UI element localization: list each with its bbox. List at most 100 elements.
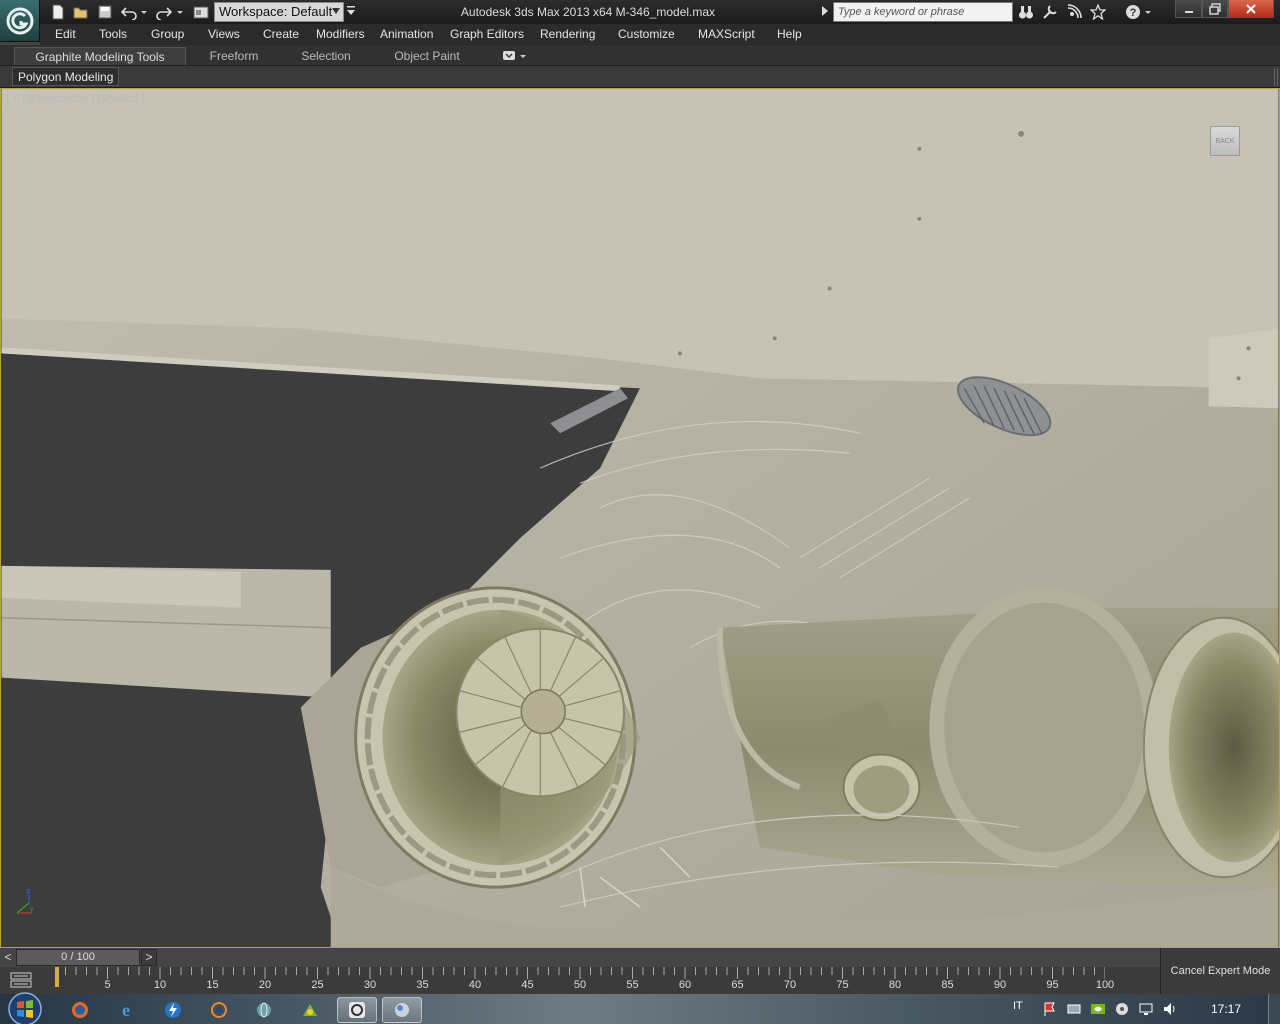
menu-modifiers[interactable]: Modifiers [316,27,365,41]
tick-label: 50 [573,979,587,991]
svg-text:y: y [30,906,34,913]
menu-maxscript[interactable]: MAXScript [698,27,755,41]
svg-text:?: ? [1130,7,1137,19]
3dsmax-taskbar-icon[interactable] [337,997,377,1023]
infocenter-expand-icon[interactable] [822,6,828,16]
workspace-label: Workspace: Default [219,4,333,19]
ribbon-toggle-icon [503,51,526,60]
project-folder-icon[interactable] [192,3,210,21]
help-dropdown-icon[interactable] [1143,3,1153,21]
utility-app-icon[interactable] [290,997,330,1023]
workspace-select[interactable]: Workspace: Default [214,2,344,22]
next-frame-button[interactable]: > [141,949,157,966]
ribbon-resize-handle[interactable] [1274,68,1278,86]
globe-app-icon[interactable] [244,997,284,1023]
tick-label: 85 [941,979,954,991]
new-file-icon[interactable] [49,3,67,21]
search-input[interactable] [833,2,1013,22]
help-icon[interactable]: ? [1124,3,1142,21]
menu-bar: Edit Tools Group Views Create Modifiers … [40,24,1280,45]
start-button[interactable] [5,992,45,1024]
tick-label: 30 [363,979,377,991]
blender-app-icon[interactable] [199,997,239,1023]
redo-icon[interactable] [155,3,173,21]
polygon-modeling-panel-button[interactable]: Polygon Modeling [12,67,120,86]
internet-explorer-icon[interactable]: e [106,997,146,1023]
quick-access-customize-icon[interactable] [345,3,357,21]
menu-views[interactable]: Views [208,27,240,41]
tray-network-icon[interactable] [1066,1001,1082,1017]
tab-selection[interactable]: Selection [290,47,362,65]
menu-graph-editors[interactable]: Graph Editors [450,27,524,41]
tab-freeform[interactable]: Freeform [198,47,270,65]
open-file-icon[interactable] [72,3,90,21]
tick-label: 35 [416,979,429,991]
undo-icon[interactable] [120,3,138,21]
show-desktop-button[interactable] [1268,994,1280,1024]
ribbon-minimize-toggle[interactable] [502,50,530,62]
menu-edit[interactable]: Edit [55,27,76,41]
graphics-app-taskbar-icon[interactable] [382,997,422,1023]
tab-graphite-modeling-tools[interactable]: Graphite Modeling Tools [14,47,186,65]
perspective-viewport[interactable]: [ + ] [Perspective ] [Shaded ] BACK z y [0,88,1280,948]
nvidia-icon[interactable] [1090,1001,1106,1017]
firefox-icon[interactable] [60,997,100,1023]
cancel-expert-mode-button[interactable]: Cancel Expert Mode [1160,948,1280,994]
redo-dropdown-icon[interactable] [175,3,185,21]
tick-label: 15 [206,979,219,991]
time-slider-thumb[interactable]: 0 / 100 [16,949,140,966]
subscription-center-icon[interactable] [1041,3,1059,21]
windows-taskbar: e IT 17:17 [0,992,1280,1024]
window-title: Autodesk 3ds Max 2013 x64 M-346_model.ma… [460,5,716,19]
favorites-star-icon[interactable] [1089,3,1107,21]
3dsmax-logo-icon [6,7,33,34]
open-mini-curve-editor-icon[interactable] [10,971,32,989]
tick-label: 10 [153,979,167,991]
previous-frame-button[interactable]: < [0,949,16,966]
close-icon [1246,3,1256,14]
tab-object-paint[interactable]: Object Paint [386,47,468,65]
close-button[interactable] [1228,0,1274,18]
minimize-button[interactable] [1175,0,1202,18]
language-indicator[interactable]: IT [1013,1000,1023,1012]
tray-tool-icon[interactable] [1114,1001,1130,1017]
svg-text:z: z [26,888,30,895]
menu-create[interactable]: Create [263,27,299,41]
menu-animation[interactable]: Animation [380,27,433,41]
undo-dropdown-icon[interactable] [139,3,149,21]
lightning-app-icon[interactable] [153,997,193,1023]
windows-logo-icon [8,992,42,1024]
tick-label: 80 [888,979,902,991]
menu-tools[interactable]: Tools [99,27,127,41]
taskbar-clock[interactable]: 17:17 [1196,1002,1256,1016]
tick-label: 45 [521,979,534,991]
display-icon[interactable] [1138,1001,1154,1017]
maximize-button[interactable] [1202,0,1228,18]
app-logo-button[interactable] [0,0,40,42]
ribbon-panel: Polygon Modeling [0,66,1280,88]
viewcube[interactable]: BACK [1210,126,1240,156]
current-frame-marker[interactable] [55,967,59,987]
tick-label: 20 [258,979,272,991]
communication-center-icon[interactable] [1065,3,1083,21]
menu-customize[interactable]: Customize [618,27,675,41]
menu-group[interactable]: Group [151,27,184,41]
tick-label: 90 [993,979,1007,991]
menu-rendering[interactable]: Rendering [540,27,595,41]
title-bar: Workspace: Default Autodesk 3ds Max 2013… [0,0,1280,42]
save-file-icon[interactable] [96,3,114,21]
tick-label: 40 [468,979,482,991]
time-slider: < 0 / 100 > [0,948,1160,967]
svg-text:e: e [122,1000,130,1020]
binoculars-icon[interactable] [1017,3,1035,21]
ribbon-tab-bar: Graphite Modeling Tools Freeform Selecti… [0,45,1280,66]
menu-help[interactable]: Help [777,27,802,41]
tick-label: 60 [678,979,692,991]
action-center-flag-icon[interactable] [1042,1001,1058,1017]
track-bar[interactable]: 5 10 15 20 25 30 35 40 45 50 55 60 65 70 75 80 85 90 95 100 [0,967,1160,994]
tick-label: 65 [731,979,744,991]
tick-label: 25 [311,979,324,991]
viewport-label[interactable]: [ + ] [Perspective ] [Shaded ] [6,93,145,105]
tick-label: 70 [783,979,797,991]
volume-icon[interactable] [1162,1001,1178,1017]
